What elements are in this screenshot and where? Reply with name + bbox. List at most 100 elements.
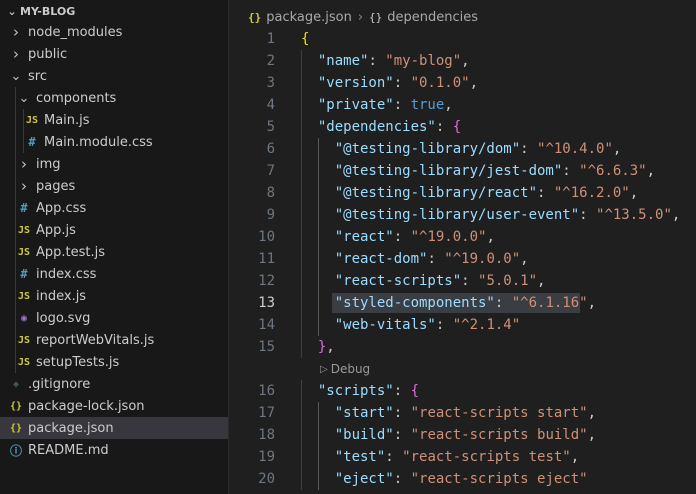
code-line[interactable]: 6 "@testing-library/dom": "^10.4.0", xyxy=(230,138,696,160)
explorer-sidebar: ⌄ MY-BLOG › node_modules › public ⌄ src ⌄ compo… xyxy=(0,0,229,494)
code-line[interactable]: 14 "web-vitals": "^2.1.4" xyxy=(230,314,696,336)
code-line[interactable]: 16 "scripts": { xyxy=(230,380,696,402)
line-number: 1 xyxy=(266,31,275,47)
tree-item-label: logo.svg xyxy=(36,310,91,326)
line-number: 18 xyxy=(258,427,275,443)
code-token: "^2.1.4" xyxy=(452,317,521,333)
code-line[interactable]: 4 "private": true, xyxy=(230,94,696,116)
tree-item-label: setupTests.js xyxy=(36,354,120,370)
tree-file[interactable]: ⓘ README.md xyxy=(0,439,228,461)
explorer-root-folder[interactable]: ⌄ MY-BLOG xyxy=(0,2,228,21)
codelens-debug[interactable]: ▷ Debug xyxy=(230,358,696,380)
code-token: : xyxy=(461,273,479,289)
tree-file[interactable]: ◆ .gitignore xyxy=(0,373,228,395)
tree-file[interactable]: {} package-lock.json xyxy=(0,395,228,417)
code-token: "react-scripts eject" xyxy=(410,471,588,487)
code-line[interactable]: 13 "styled-components": "^6.1.16", xyxy=(230,292,696,314)
breadcrumb-symbol[interactable]: dependencies xyxy=(387,10,478,25)
line-number: 8 xyxy=(266,185,275,201)
tree-folder[interactable]: ⌄ src xyxy=(0,65,228,87)
tree-folder[interactable]: › pages xyxy=(0,175,228,197)
css-file-icon: # xyxy=(20,267,28,281)
tree-folder[interactable]: › public xyxy=(0,43,228,65)
code-token: "^19.0.0" xyxy=(410,229,487,245)
line-number: 16 xyxy=(258,383,275,399)
tree-file[interactable]: JS setupTests.js xyxy=(0,351,228,373)
code-token: , xyxy=(646,163,656,179)
chevron-down-icon: ⌄ xyxy=(18,90,30,106)
code-line[interactable]: 12 "react-scripts": "5.0.1", xyxy=(230,270,696,292)
code-token: : xyxy=(494,295,512,311)
code-token: , xyxy=(326,339,335,355)
code-token: , xyxy=(629,185,639,201)
tree-file[interactable]: JS index.js xyxy=(0,285,228,307)
chevron-right-icon: › xyxy=(21,155,27,173)
tree-item-label: .gitignore xyxy=(28,376,91,392)
code-line[interactable]: 5 "dependencies": { xyxy=(230,116,696,138)
code-editor[interactable]: 1{2 "name": "my-blog", 3 "version": "0.1.… xyxy=(230,28,696,494)
line-number: 3 xyxy=(266,75,275,91)
code-line[interactable]: 10 "react": "^19.0.0", xyxy=(230,226,696,248)
line-number: 5 xyxy=(266,119,275,135)
tree-folder[interactable]: › img xyxy=(0,153,228,175)
code-token: "react" xyxy=(334,229,394,245)
code-line[interactable]: 20 "eject": "react-scripts eject" xyxy=(230,468,696,490)
code-token: "@testing-library/dom" xyxy=(334,141,521,157)
tree-folder[interactable]: › node_modules xyxy=(0,21,228,43)
tree-file[interactable]: JS reportWebVitals.js xyxy=(0,329,228,351)
tree-item-label: App.css xyxy=(36,200,87,216)
tree-item-label: public xyxy=(28,46,68,62)
code-token: "^13.5.0" xyxy=(596,207,672,223)
code-line[interactable]: 19 "test": "react-scripts test", xyxy=(230,446,696,468)
code-token: "build" xyxy=(334,427,394,443)
code-text: "dependencies": { xyxy=(275,119,461,135)
code-line[interactable]: 15 }, xyxy=(230,336,696,358)
indent-guide xyxy=(15,131,16,153)
tree-file[interactable]: # App.css xyxy=(0,197,228,219)
code-line[interactable]: 11 "react-dom": "^19.0.0", xyxy=(230,248,696,270)
line-number: 15 xyxy=(258,339,275,355)
tree-file[interactable]: # Main.module.css xyxy=(0,131,228,153)
code-line[interactable]: 7 "@testing-library/jest-dom": "^6.6.3", xyxy=(230,160,696,182)
indent-guide xyxy=(15,109,16,131)
tree-item-label: App.test.js xyxy=(36,244,106,260)
indent-guide xyxy=(15,263,16,285)
tree-file[interactable]: {} package.json xyxy=(0,417,228,439)
code-line[interactable]: 9 "@testing-library/user-event": "^13.5.… xyxy=(230,204,696,226)
line-number: 17 xyxy=(258,405,275,421)
indent-guide xyxy=(15,241,16,263)
code-text: "name": "my-blog", xyxy=(275,53,470,69)
tree-folder[interactable]: ⌄ components xyxy=(0,87,228,109)
code-token: , xyxy=(587,427,597,443)
code-token: "react-scripts build" xyxy=(410,427,588,443)
code-token: , xyxy=(537,273,546,289)
code-line[interactable]: 8 "@testing-library/react": "^16.2.0", xyxy=(230,182,696,204)
code-token: : xyxy=(579,207,597,223)
tree-file[interactable]: JS App.js xyxy=(0,219,228,241)
tree-file[interactable]: JS Main.js xyxy=(0,109,228,131)
code-token: "name" xyxy=(317,53,369,69)
code-line[interactable]: 3 "version": "0.1.0", xyxy=(230,72,696,94)
code-token: "styled-components" xyxy=(334,295,495,311)
code-line[interactable]: 2 "name": "my-blog", xyxy=(230,50,696,72)
breadcrumb-file[interactable]: package.json xyxy=(266,10,352,25)
code-line[interactable]: 1{ xyxy=(230,28,696,50)
code-line[interactable]: 18 "build": "react-scripts build", xyxy=(230,424,696,446)
tree-file[interactable]: # index.css xyxy=(0,263,228,285)
line-number: 19 xyxy=(258,449,275,465)
tree-file[interactable]: JS App.test.js xyxy=(0,241,228,263)
tree-item-label: components xyxy=(36,90,117,106)
code-text: "@testing-library/user-event": "^13.5.0"… xyxy=(275,207,681,223)
code-text: "build": "react-scripts build", xyxy=(275,427,596,443)
tree-file[interactable]: ◉ logo.svg xyxy=(0,307,228,329)
code-token: "@testing-library/user-event" xyxy=(334,207,580,223)
javascript-file-icon: JS xyxy=(25,114,39,126)
code-line[interactable]: 17 "start": "react-scripts start", xyxy=(230,402,696,424)
code-text: "web-vitals": "^2.1.4" xyxy=(275,317,520,333)
